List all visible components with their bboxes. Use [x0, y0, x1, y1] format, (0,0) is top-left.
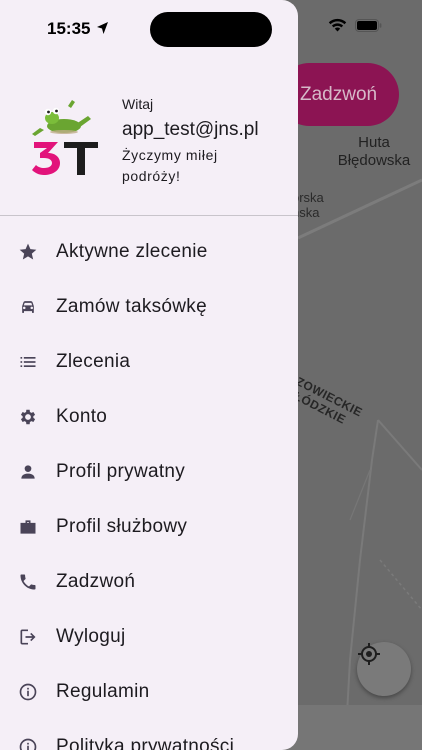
wifi-icon: [328, 18, 347, 32]
menu-item-logout[interactable]: Wyloguj: [0, 609, 298, 664]
menu-item-private-profile[interactable]: Profil prywatny: [0, 444, 298, 499]
menu-item-label: Konto: [56, 405, 108, 427]
info-icon: [17, 681, 39, 703]
battery-icon: [355, 18, 382, 32]
crosshair-icon: [358, 643, 380, 665]
info-icon: [17, 736, 39, 750]
status-time: 15:35: [47, 19, 91, 38]
star-icon: [17, 241, 39, 263]
menu-item-orders[interactable]: Zlecenia: [0, 334, 298, 389]
menu-item-privacy-policy[interactable]: Polityka prywatności: [0, 719, 298, 750]
menu-item-label: Regulamin: [56, 680, 150, 702]
menu-item-call[interactable]: Zadzwoń: [0, 554, 298, 609]
menu-item-label: Profil prywatny: [56, 460, 186, 482]
locate-me-button[interactable]: [357, 642, 411, 696]
menu-item-active-order[interactable]: Aktywne zlecenie: [0, 224, 298, 279]
menu-item-business-profile[interactable]: Profil służbowy: [0, 499, 298, 554]
call-button-label: Zadzwoń: [300, 83, 378, 105]
phone-icon: [17, 571, 39, 593]
drawer-menu: Aktywne zlecenie Zamów taksówkę Zlecenia…: [0, 224, 298, 750]
menu-item-label: Zadzwoń: [56, 570, 136, 592]
app-logo: [32, 100, 98, 175]
person-icon: [17, 461, 39, 483]
logout-icon: [17, 626, 39, 648]
bottom-sheet: [278, 705, 422, 750]
wish-text: Życzymy miłej podróży!: [122, 147, 218, 184]
menu-item-label: Profil służbowy: [56, 515, 188, 537]
menu-item-label: Wyloguj: [56, 625, 126, 647]
menu-item-account[interactable]: Konto: [0, 389, 298, 444]
location-arrow-icon: [97, 22, 108, 34]
menu-item-label: Zamów taksówkę: [56, 295, 207, 317]
menu-item-label: Zlecenia: [56, 350, 131, 372]
taxi-icon: [17, 296, 39, 318]
list-icon: [17, 351, 39, 373]
gear-icon: [17, 406, 39, 428]
user-email: app_test@jns.pl: [122, 119, 259, 140]
briefcase-icon: [17, 516, 39, 538]
dynamic-island: [150, 12, 272, 47]
menu-item-order-taxi[interactable]: Zamów taksówkę: [0, 279, 298, 334]
place-label: Huta Błędowska: [337, 134, 411, 169]
menu-item-terms[interactable]: Regulamin: [0, 664, 298, 719]
menu-item-label: Aktywne zlecenie: [56, 240, 208, 262]
status-indicators: [328, 18, 382, 32]
navigation-drawer: Witaj app_test@jns.pl Życzymy miłej podr…: [0, 0, 298, 750]
menu-item-label: Polityka prywatności: [56, 735, 235, 750]
greeting-text: Witaj: [122, 96, 154, 112]
